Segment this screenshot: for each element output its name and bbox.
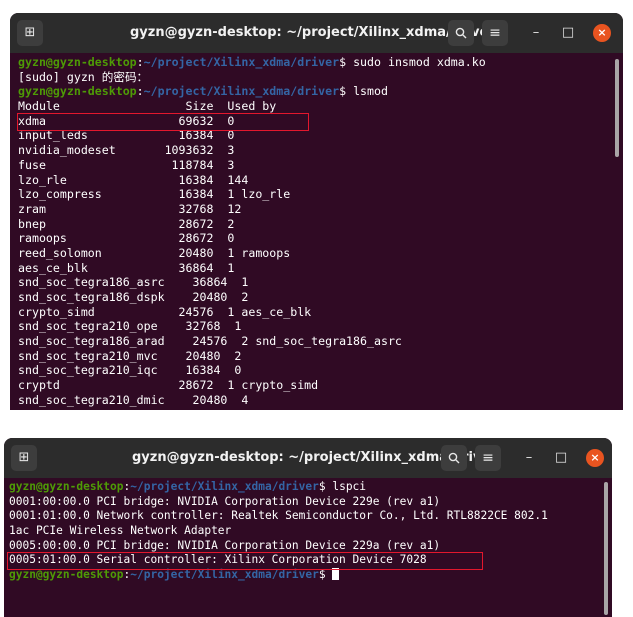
- output-text: snd_soc_tegra210_ope 32768 1: [18, 319, 242, 334]
- prompt-user: gyzn@gyzn-desktop: [18, 84, 137, 99]
- output-line: ramoops 28672 0: [18, 231, 611, 246]
- output-text: snd_soc_tegra210_dmic 20480 4: [18, 392, 249, 407]
- output-line: Module Size Used by: [18, 99, 611, 114]
- output-line: bnep 28672 2: [18, 217, 611, 232]
- command-text: lspci: [325, 480, 367, 493]
- output-line: 0005:01:00.0 Serial controller: Xilinx C…: [9, 553, 600, 568]
- prompt-path: ~/project/Xilinx_xdma/driver: [130, 568, 319, 582]
- output-text: snd_soc_tegra186_asrc 36864 1: [18, 275, 249, 290]
- output-text: lzo_rle 16384 144: [18, 172, 249, 187]
- title-bar[interactable]: ⊞ gyzn@gyzn-desktop: ~/project/Xilinx_xd…: [4, 438, 612, 478]
- output-text: 0001:01:00.0 Network controller: Realtek…: [9, 509, 548, 523]
- output-line: crypto_simd 24576 1 aes_ce_blk: [18, 305, 611, 320]
- prompt-path: ~/project/Xilinx_xdma/driver: [143, 84, 340, 99]
- minimize-icon[interactable]: –: [519, 445, 539, 471]
- output-line: zram 32768 12: [18, 202, 611, 217]
- prompt-line: gyzn@gyzn-desktop:~/project/Xilinx_xdma/…: [18, 55, 486, 69]
- prompt-line: gyzn@gyzn-desktop:~/project/Xilinx_xdma/…: [9, 568, 600, 583]
- output-text: fuse 118784 3: [18, 157, 235, 172]
- prompt-user: gyzn@gyzn-desktop: [18, 55, 137, 69]
- minimize-icon[interactable]: –: [526, 20, 546, 46]
- output-text: crypto_simd 24576 1 aes_ce_blk: [18, 304, 312, 319]
- scrollbar[interactable]: [615, 59, 619, 157]
- output-line: [sudo] gyzn 的密码：: [18, 70, 611, 85]
- output-line: snd_soc_tegra210_ope 32768 1: [18, 319, 611, 334]
- output-text: 1ac PCIe Wireless Network Adapter: [9, 524, 232, 538]
- output-line: snd_soc_tegra210_iqc 16384 0: [18, 363, 611, 378]
- output-text: 0005:01:00.0 Serial controller: Xilinx C…: [9, 553, 427, 567]
- command-text: lsmod: [346, 84, 388, 99]
- terminal-output[interactable]: gyzn@gyzn-desktop:~/project/Xilinx_xdma/…: [10, 55, 611, 410]
- terminal-output[interactable]: gyzn@gyzn-desktop:~/project/Xilinx_xdma/…: [4, 480, 600, 617]
- output-line: 0001:01:00.0 Network controller: Realtek…: [9, 509, 600, 524]
- prompt-path: ~/project/Xilinx_xdma/driver: [143, 55, 340, 69]
- output-text: 0005:00:00.0 PCI bridge: NVIDIA Corporat…: [9, 538, 441, 552]
- output-text: snd_soc_tegra210_mvc 20480 2: [18, 348, 242, 363]
- output-text: bnep 28672 2: [18, 216, 235, 231]
- search-icon[interactable]: [448, 20, 474, 46]
- prompt-user: gyzn@gyzn-desktop: [9, 568, 124, 582]
- output-text: 0001:00:00.0 PCI bridge: NVIDIA Corporat…: [9, 494, 441, 508]
- output-line: snd_soc_tegra186_arad 24576 2 snd_soc_te…: [18, 334, 611, 349]
- output-text: snd_soc_tegra210_iqc 16384 0: [18, 363, 242, 378]
- output-text: aes_ce_blk 36864 1: [18, 260, 235, 275]
- maximize-icon[interactable]: □: [558, 20, 578, 46]
- prompt-line: gyzn@gyzn-desktop:~/project/Xilinx_xdma/…: [9, 480, 367, 493]
- output-line: input_leds 16384 0: [18, 128, 611, 143]
- output-line: 0001:00:00.0 PCI bridge: NVIDIA Corporat…: [9, 495, 600, 510]
- prompt-line: gyzn@gyzn-desktop:~/project/Xilinx_xdma/…: [18, 84, 388, 99]
- output-line: snd_soc_tegra210_mvc 20480 2: [18, 349, 611, 364]
- prompt-user: gyzn@gyzn-desktop: [9, 480, 124, 493]
- output-text: reed_solomon 20480 1 ramoops: [18, 245, 291, 260]
- output-line: snd_soc_tegra186_dspk 20480 2: [18, 290, 611, 305]
- new-tab-icon[interactable]: ⊞: [11, 445, 37, 471]
- output-line: lzo_rle 16384 144: [18, 173, 611, 188]
- hamburger-menu-icon[interactable]: ≡: [482, 20, 508, 46]
- output-line: fuse 118784 3: [18, 158, 611, 173]
- output-text: lzo_compress 16384 1 lzo_rle: [18, 187, 291, 202]
- command-text: [326, 568, 333, 581]
- output-line: snd_soc_tegra186_asrc 36864 1: [18, 275, 611, 290]
- output-line: nvidia_modeset 1093632 3: [18, 143, 611, 158]
- title-bar[interactable]: ⊞ gyzn@gyzn-desktop: ~/project/Xilinx_xd…: [10, 13, 623, 53]
- hamburger-menu-icon[interactable]: ≡: [475, 445, 501, 471]
- prompt-path: ~/project/Xilinx_xdma/driver: [130, 480, 319, 493]
- close-icon[interactable]: ×: [586, 449, 604, 467]
- output-line: 0005:00:00.0 PCI bridge: NVIDIA Corporat…: [9, 539, 600, 554]
- terminal-window-lspci[interactable]: ⊞ gyzn@gyzn-desktop: ~/project/Xilinx_xd…: [4, 438, 612, 617]
- scrollbar[interactable]: [604, 482, 608, 615]
- close-icon[interactable]: ×: [593, 24, 611, 42]
- output-text: snd_soc_tegra186_dspk 20480 2: [18, 290, 249, 304]
- output-text: zram 32768 12: [18, 201, 242, 216]
- output-text: snd_soc_tegra186_arad 24576 2 snd_soc_te…: [18, 334, 402, 349]
- text-cursor: [332, 568, 340, 581]
- output-line: snd_soc_tegra210_dmic 20480 4: [18, 393, 611, 408]
- window-title: gyzn@gyzn-desktop: ~/project/Xilinx_xdma…: [130, 25, 495, 40]
- new-tab-icon[interactable]: ⊞: [17, 20, 43, 46]
- output-line: reed_solomon 20480 1 ramoops: [18, 246, 611, 261]
- search-icon[interactable]: [441, 445, 467, 471]
- output-line: aes_ce_blk 36864 1: [18, 261, 611, 276]
- output-line: cryptd 28672 1 crypto_simd: [18, 378, 611, 393]
- output-text: xdma 69632 0: [18, 113, 235, 128]
- output-line: lzo_compress 16384 1 lzo_rle: [18, 187, 611, 202]
- output-text: cryptd 28672 1 crypto_simd: [18, 378, 319, 393]
- output-text: Module Size Used by: [18, 99, 277, 114]
- output-text: nvidia_modeset 1093632 3: [18, 143, 235, 158]
- output-line: 1ac PCIe Wireless Network Adapter: [9, 524, 600, 539]
- output-text: [sudo] gyzn 的密码：: [18, 69, 149, 84]
- command-text: sudo insmod xdma.ko: [346, 55, 486, 69]
- maximize-icon[interactable]: □: [551, 445, 571, 471]
- output-line: xdma 69632 0: [18, 114, 611, 129]
- output-text: ramoops 28672 0: [18, 231, 235, 246]
- terminal-window-lsmod[interactable]: ⊞ gyzn@gyzn-desktop: ~/project/Xilinx_xd…: [10, 13, 623, 410]
- output-text: input_leds 16384 0: [18, 128, 235, 143]
